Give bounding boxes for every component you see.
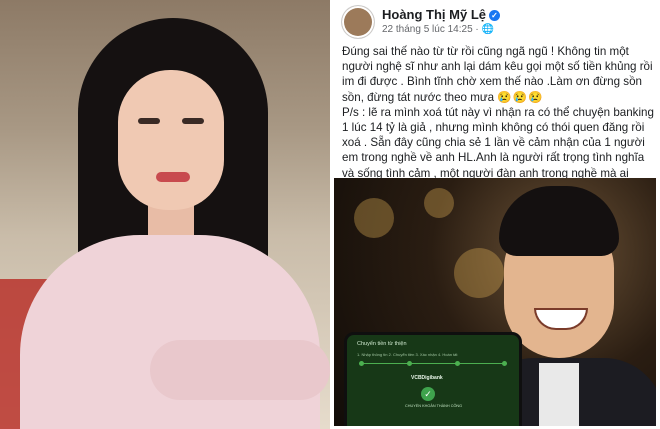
face — [118, 70, 224, 210]
crying-face-emoji: 😢😢😢 — [497, 90, 544, 104]
post-meta: 22 tháng 5 lúc 14:25 · 🌐 — [382, 24, 494, 35]
bokeh-light — [354, 198, 394, 238]
globe-icon: 🌐 — [481, 24, 494, 35]
author-avatar[interactable] — [342, 6, 374, 38]
progress-line — [359, 363, 507, 364]
man-shirt — [539, 363, 579, 426]
left-eye — [138, 118, 160, 124]
facebook-post: Hoàng Thị Mỹ Lệ ✓ 22 tháng 5 lúc 14:25 · … — [330, 0, 660, 429]
step-dot — [455, 361, 460, 366]
check-icon: ✓ — [421, 387, 435, 401]
post-timestamp[interactable]: 22 tháng 5 lúc 14:25 · — [382, 24, 479, 35]
lips — [156, 172, 190, 182]
verified-badge-icon: ✓ — [489, 10, 500, 21]
portrait-photo — [0, 0, 330, 429]
phone-screenshot: Chuyển tiền từ thiện 1. Nhập thông tin 2… — [344, 332, 522, 426]
step-dot — [502, 361, 507, 366]
post-image[interactable]: Chuyển tiền từ thiện 1. Nhập thông tin 2… — [334, 178, 656, 426]
app-title: Chuyển tiền từ thiện — [357, 341, 407, 347]
man-hair — [499, 186, 619, 256]
crossed-arms — [150, 340, 330, 400]
step-dot — [407, 361, 412, 366]
bokeh-light — [424, 188, 454, 218]
author-name[interactable]: Hoàng Thị Mỹ Lệ — [382, 7, 486, 22]
post-paragraph-1: Đúng sai thế nào từ từ rồi cũng ngã ngũ … — [342, 44, 654, 105]
step-dot — [359, 361, 364, 366]
bokeh-light — [454, 248, 504, 298]
author-name-row[interactable]: Hoàng Thị Mỹ Lệ ✓ — [382, 7, 500, 22]
transfer-steps: 1. Nhập thông tin 2. Chuyển tiền 3. Xác … — [357, 352, 458, 357]
bank-name: VCBDigibank — [411, 375, 443, 381]
right-eye — [182, 118, 204, 124]
transfer-status: CHUYỂN KHOẢN THÀNH CÔNG — [405, 404, 463, 408]
